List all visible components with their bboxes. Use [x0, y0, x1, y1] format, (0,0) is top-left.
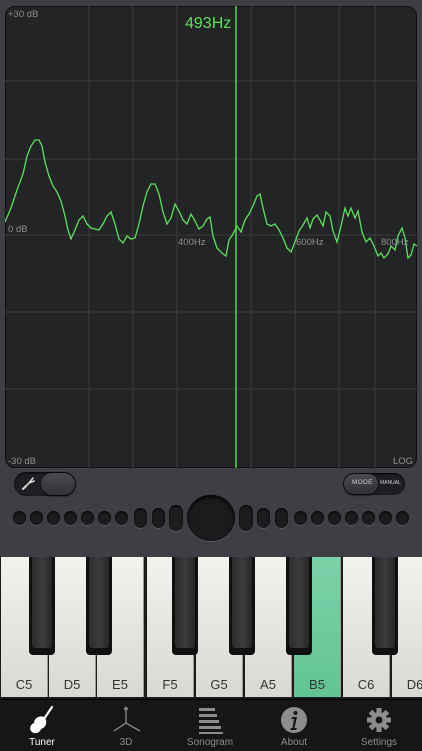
key-label: D6: [406, 677, 422, 692]
black-key[interactable]: [172, 557, 198, 655]
tab-about[interactable]: About: [252, 700, 336, 751]
key-label: F5: [162, 677, 178, 692]
guitar-icon: [0, 705, 84, 734]
piano-keyboard: C5 D5 E5 F5 G5 A5 B5 C6 D6: [0, 557, 422, 699]
meter-led: [134, 508, 147, 528]
mode-switch[interactable]: MODE MANUAL: [343, 473, 405, 495]
tab-label: Settings: [360, 737, 398, 748]
meter-led: [294, 511, 307, 525]
meter-led: [98, 511, 111, 525]
meter-led: [396, 511, 409, 525]
meter-led: [311, 511, 324, 525]
meter-center-dial: [187, 495, 235, 541]
spectrum-graph: [5, 6, 417, 468]
meter-led: [257, 508, 270, 528]
meter-led: [152, 508, 165, 528]
key-label: D5: [63, 677, 81, 692]
tuning-fork-icon: [21, 475, 37, 495]
meter-led: [64, 511, 77, 525]
tuner-app: +30 dB 0 dB -30 dB 400Hz 600Hz 800Hz LOG…: [0, 0, 422, 751]
meter-led: [30, 511, 43, 525]
manual-label: MANUAL: [380, 480, 401, 486]
tuning-fork-toggle[interactable]: [14, 472, 76, 496]
meter-led: [379, 511, 392, 525]
tab-sonogram[interactable]: Sonogram: [168, 700, 252, 751]
meter-led: [239, 505, 253, 531]
black-key[interactable]: [86, 557, 112, 655]
db-top-label: +30 dB: [8, 9, 39, 20]
db-mid-label: 0 dB: [8, 224, 28, 235]
mode-label: MODE: [352, 479, 373, 486]
info-icon: [252, 705, 336, 733]
freq-800-label: 800Hz: [381, 237, 409, 248]
key-label: C5: [15, 677, 33, 692]
tab-tuner[interactable]: Tuner: [0, 700, 84, 751]
tab-3d[interactable]: 3D: [84, 700, 168, 751]
meter-led: [47, 511, 60, 525]
axes-3d-icon: [84, 705, 168, 733]
meter-led: [345, 511, 358, 525]
key-label: A5: [260, 677, 276, 692]
meter-led: [275, 508, 288, 528]
key-label: C6: [357, 677, 375, 692]
tab-label: Sonogram: [186, 737, 234, 748]
black-key[interactable]: [286, 557, 312, 655]
key-label: E5: [112, 677, 128, 692]
meter-led: [81, 511, 94, 525]
spectrum-grid: [5, 6, 417, 468]
db-bottom-label: -30 dB: [8, 456, 36, 467]
meter-led: [328, 511, 341, 525]
frequency-readout: 493Hz: [185, 15, 232, 32]
tab-label: Tuner: [29, 737, 55, 748]
tab-label: 3D: [119, 737, 133, 748]
meter-led: [362, 511, 375, 525]
freq-600-label: 600Hz: [296, 237, 324, 248]
spectrum-trace: [5, 139, 417, 260]
freq-400-label: 400Hz: [178, 237, 206, 248]
tuning-meter: [0, 494, 422, 544]
meter-led: [13, 511, 26, 525]
scale-mode-label[interactable]: LOG: [393, 456, 413, 467]
black-key[interactable]: [29, 557, 55, 655]
meter-led: [169, 505, 183, 531]
tab-bar: Tuner 3D Sonogram About Settings: [0, 699, 422, 751]
spectrum-panel[interactable]: +30 dB 0 dB -30 dB 400Hz 600Hz 800Hz LOG…: [5, 6, 417, 468]
sonogram-icon: [168, 705, 252, 734]
black-key[interactable]: [229, 557, 255, 655]
black-key[interactable]: [372, 557, 398, 655]
key-label: B5: [309, 677, 325, 692]
key-label: G5: [210, 677, 228, 692]
tab-settings[interactable]: Settings: [336, 700, 422, 751]
toggle-knob[interactable]: [41, 473, 75, 495]
meter-led: [115, 511, 128, 525]
gear-icon: [336, 705, 422, 733]
tab-label: About: [280, 737, 308, 748]
